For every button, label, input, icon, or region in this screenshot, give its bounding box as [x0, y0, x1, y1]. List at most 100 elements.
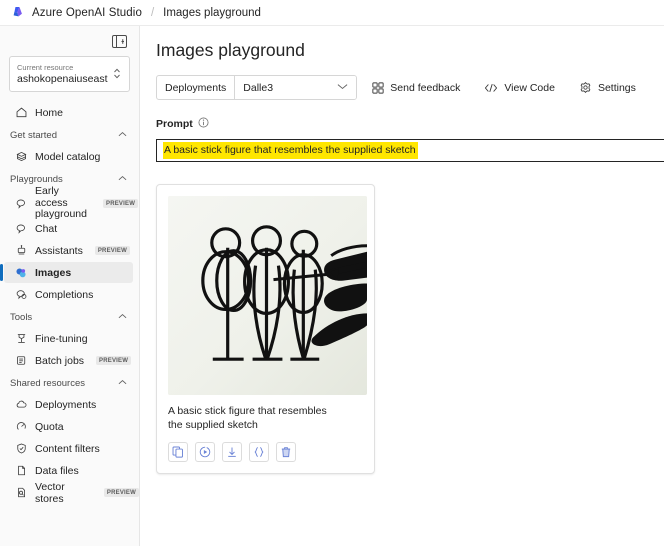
- settings-label: Settings: [597, 81, 636, 94]
- copy-button[interactable]: [168, 442, 188, 462]
- current-resource-value: ashokopenaiuseast: [17, 72, 108, 85]
- sidebar-item-label: Home: [35, 106, 64, 119]
- panel-collapse-icon[interactable]: [110, 33, 129, 50]
- sidebar-item-fine-tuning[interactable]: Fine-tuning: [0, 328, 139, 349]
- brand[interactable]: Azure OpenAI Studio: [12, 6, 142, 19]
- sidebar-item-assistants[interactable]: Assistants PREVIEW: [0, 240, 139, 261]
- sidebar-item-deployments[interactable]: Deployments: [0, 394, 139, 415]
- batch-jobs-icon: [14, 354, 28, 368]
- images-icon: [14, 266, 28, 280]
- sidebar-item-chat[interactable]: Chat: [0, 218, 139, 239]
- deployment-select[interactable]: Dalle3: [234, 76, 357, 99]
- sidebar-item-content-filters[interactable]: Content filters: [0, 438, 139, 459]
- image-caption: A basic stick figure that resembles the …: [168, 405, 327, 431]
- sidebar-item-label: Fine-tuning: [35, 332, 88, 345]
- sidebar-item-data-files[interactable]: Data files: [0, 460, 139, 481]
- send-feedback-button[interactable]: Send feedback: [363, 78, 469, 98]
- toolbar: Deployments Dalle3 Send feedback View Co…: [156, 75, 664, 100]
- sidebar-item-label: Vector stores: [35, 480, 65, 505]
- sidebar-item-images[interactable]: Images: [0, 262, 133, 283]
- sidebar-item-home[interactable]: Home: [0, 102, 139, 123]
- sidebar-item-quota[interactable]: Quota: [0, 416, 139, 437]
- chat-bubble-icon: [14, 197, 28, 211]
- sidebar-group-get-started[interactable]: Get started: [0, 124, 139, 145]
- json-button[interactable]: [249, 442, 269, 462]
- send-feedback-label: Send feedback: [390, 81, 461, 94]
- current-resource-label: Current resource: [17, 62, 74, 72]
- sidebar-item-early-access-playground[interactable]: Early access playground PREVIEW: [0, 186, 139, 220]
- view-code-button[interactable]: View Code: [475, 78, 564, 98]
- code-brackets-icon: [484, 82, 498, 94]
- quota-gauge-icon: [14, 420, 28, 434]
- chevron-down-icon: [337, 83, 348, 92]
- delete-button[interactable]: [276, 442, 296, 462]
- breadcrumb-current: Images playground: [163, 6, 261, 19]
- gear-icon: [579, 81, 592, 94]
- current-resource-text: Current resource ashokopenaiuseast: [17, 63, 112, 86]
- regenerate-button[interactable]: [195, 442, 215, 462]
- chevron-up-icon: [118, 312, 127, 321]
- sidebar-item-label: Deployments: [35, 398, 97, 411]
- generated-image[interactable]: [168, 196, 367, 395]
- sidebar-item-batch-jobs[interactable]: Batch jobs PREVIEW: [0, 350, 139, 371]
- deployments-label: Deployments: [165, 81, 227, 94]
- vector-store-icon: [14, 486, 28, 500]
- deployments-cloud-icon: [14, 398, 28, 412]
- completions-icon: [14, 288, 28, 302]
- deployments-control: Deployments Dalle3: [156, 75, 358, 100]
- sidebar: Current resource ashokopenaiuseast Home …: [0, 26, 140, 546]
- settings-button[interactable]: Settings: [570, 77, 645, 98]
- regenerate-icon: [199, 446, 211, 458]
- sidebar-item-label: Quota: [35, 420, 64, 433]
- copy-icon: [172, 446, 184, 458]
- sidebar-item-label: Data files: [35, 464, 79, 477]
- chevron-up-icon: [118, 130, 127, 139]
- assistant-robot-icon: [14, 244, 28, 258]
- sidebar-group-label: Tools: [10, 312, 33, 323]
- home-icon: [14, 106, 28, 120]
- current-resource-selector[interactable]: Current resource ashokopenaiuseast: [9, 56, 130, 92]
- prompt-input[interactable]: A basic stick figure that resembles the …: [156, 139, 664, 162]
- sidebar-item-label: Early access playground: [35, 185, 87, 221]
- download-button[interactable]: [222, 442, 242, 462]
- preview-badge: PREVIEW: [103, 199, 139, 208]
- sidebar-item-vector-stores[interactable]: Vector stores PREVIEW: [0, 480, 139, 505]
- prompt-label-row: Prompt: [156, 115, 664, 133]
- sidebar-group-label: Shared resources: [10, 378, 85, 389]
- deployment-selected-value: Dalle3: [243, 81, 274, 94]
- sidebar-item-label: Batch jobs: [35, 354, 85, 367]
- chevron-up-icon: [118, 174, 127, 183]
- view-code-label: View Code: [504, 81, 555, 94]
- image-actions: [168, 442, 363, 462]
- sidebar-item-label: Assistants: [35, 244, 83, 257]
- preview-badge: PREVIEW: [94, 246, 130, 255]
- breadcrumb-separator: /: [150, 6, 155, 19]
- sidebar-collapse-row: [0, 30, 139, 52]
- sidebar-group-shared-resources[interactable]: Shared resources: [0, 372, 139, 393]
- preview-badge: PREVIEW: [96, 356, 132, 365]
- sidebar-group-label: Get started: [10, 130, 57, 141]
- prompt-label: Prompt: [156, 118, 193, 130]
- body-wrapper: Current resource ashokopenaiuseast Home …: [0, 26, 664, 546]
- sidebar-item-completions[interactable]: Completions: [0, 284, 139, 305]
- top-bar: Azure OpenAI Studio / Images playground: [0, 0, 664, 26]
- json-braces-icon: [253, 446, 265, 458]
- sidebar-group-label: Playgrounds: [10, 174, 63, 185]
- app-root: Azure OpenAI Studio / Images playground: [0, 0, 664, 546]
- info-circle-icon[interactable]: [198, 115, 209, 133]
- sidebar-item-model-catalog[interactable]: Model catalog: [0, 146, 139, 167]
- sidebar-item-label: Model catalog: [35, 150, 101, 163]
- document-icon: [14, 464, 28, 478]
- page-title: Images playground: [156, 40, 305, 60]
- grid-squares-icon: [372, 81, 384, 94]
- image-result-card: A basic stick figure that resembles the …: [156, 184, 375, 474]
- sidebar-group-tools[interactable]: Tools: [0, 306, 139, 327]
- generated-image-art: [168, 196, 367, 395]
- azure-logo-icon: [13, 6, 22, 17]
- download-icon: [226, 446, 238, 458]
- chevron-up-icon: [118, 378, 127, 387]
- sidebar-item-label: Content filters: [35, 442, 100, 455]
- delete-icon: [280, 446, 292, 458]
- brand-name: Azure OpenAI Studio: [32, 6, 142, 19]
- sidebar-item-label: Chat: [35, 222, 58, 235]
